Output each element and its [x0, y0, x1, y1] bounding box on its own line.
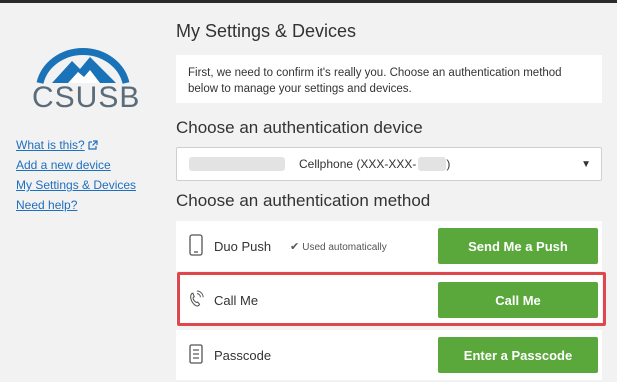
method-row-call-me: Call Me Call Me	[176, 275, 602, 325]
csusb-logo: CSUSB	[28, 39, 141, 119]
page-title: My Settings & Devices	[176, 21, 357, 41]
redacted-device-name	[189, 157, 285, 171]
device-selected-suffix: )	[446, 157, 451, 171]
phone-icon	[189, 234, 203, 256]
add-device-link[interactable]: Add a new device	[16, 155, 136, 175]
method-row-duo-push: Duo Push ✔ Used automatically Send Me a P…	[176, 221, 602, 271]
caret-down-icon: ▼	[581, 159, 591, 170]
method-row-passcode: Passcode Enter a Passcode	[176, 330, 602, 380]
call-me-button[interactable]: Call Me	[438, 282, 598, 318]
my-settings-link[interactable]: My Settings & Devices	[16, 175, 136, 195]
device-heading: Choose an authentication device	[176, 118, 423, 137]
external-link-icon	[88, 140, 98, 150]
need-help-link[interactable]: Need help?	[16, 195, 136, 215]
phone-call-icon	[190, 290, 204, 307]
what-is-this-link[interactable]: What is this?	[16, 135, 136, 155]
notice-message: First, we need to confirm it's really yo…	[176, 55, 602, 103]
call-me-label: Call Me	[214, 292, 259, 308]
send-push-button[interactable]: Send Me a Push	[438, 228, 598, 264]
logo-text: CSUSB	[32, 81, 141, 114]
passcode-label: Passcode	[214, 347, 272, 363]
sidebar-nav: What is this? Add a new device My Settin…	[16, 135, 136, 215]
duo-push-label: Duo Push	[214, 238, 272, 254]
passcode-token-icon	[189, 344, 203, 364]
used-automatically-note: ✔ Used automatically	[290, 240, 387, 253]
left-sidebar: CSUSB What is this? Add a new device My …	[0, 3, 160, 382]
checkmark-icon: ✔	[290, 240, 300, 253]
device-selected-label: Cellphone (XXX-XXX-	[299, 157, 417, 171]
what-is-this-label: What is this?	[16, 138, 85, 152]
redacted-phone-digits	[418, 157, 447, 171]
enter-passcode-button[interactable]: Enter a Passcode	[438, 337, 598, 373]
method-heading: Choose an authentication method	[176, 191, 431, 210]
used-automatically-label: Used automatically	[302, 241, 387, 253]
device-dropdown[interactable]: Cellphone (XXX-XXX- ) ▼	[176, 147, 602, 181]
